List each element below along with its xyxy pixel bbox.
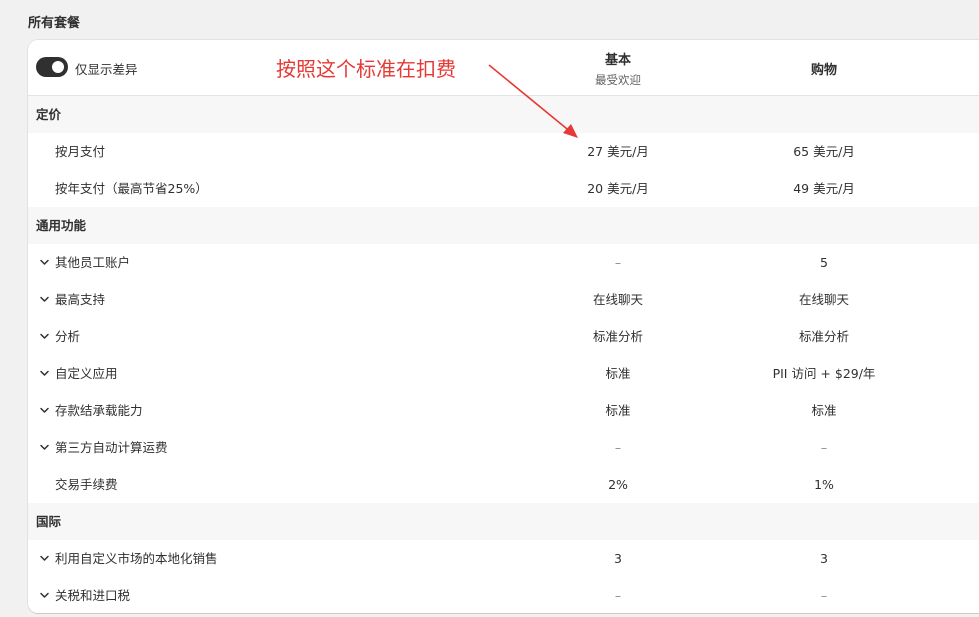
cell-shop: 标准分析	[798, 329, 849, 344]
cell-shop: PII 访问 + $29/年	[772, 366, 876, 381]
cell-basic: 标准	[605, 403, 631, 418]
row-label: 按年支付（最高节省25%）	[55, 181, 208, 196]
section-title: 所有套餐	[28, 16, 81, 31]
table-row[interactable]: 关税和进口税 – –	[28, 577, 979, 613]
table-row[interactable]: 存款结承载能力 标准 标准	[28, 392, 979, 430]
cell-basic: 2%	[608, 477, 628, 492]
row-label: 按月支付	[55, 144, 106, 159]
cell-basic: 在线聊天	[592, 292, 643, 307]
chevron-down-icon[interactable]	[39, 294, 50, 305]
show-differences-toggle[interactable]	[36, 57, 68, 77]
page: 所有套餐 仅显示差异 基本 最受欢迎 购物 定价 按月支付 27 美元/月 65 美元…	[0, 0, 979, 617]
row-label: 利用自定义市场的本地化销售	[55, 551, 218, 566]
table-row: 按年支付（最高节省25%） 20 美元/月 49 美元/月	[28, 170, 979, 208]
cell-basic: –	[614, 440, 622, 455]
toggle-knob	[52, 61, 64, 73]
table-group-row: 国际	[28, 503, 979, 541]
chevron-down-icon[interactable]	[39, 442, 50, 453]
cell-shop: –	[820, 588, 828, 603]
row-label: 第三方自动计算运费	[55, 440, 168, 455]
group-label: 定价	[36, 107, 62, 122]
table-row[interactable]: 第三方自动计算运费 – –	[28, 429, 979, 467]
plan-header-shop: 购物	[734, 59, 914, 78]
cell-basic: 3	[614, 551, 622, 566]
chevron-down-icon[interactable]	[39, 257, 50, 268]
cell-basic: 标准	[605, 366, 631, 381]
cell-shop: 5	[820, 255, 828, 270]
table-row[interactable]: 分析 标准分析 标准分析	[28, 318, 979, 356]
table-group-row: 通用功能	[28, 207, 979, 245]
cell-basic: –	[614, 255, 622, 270]
cell-shop: 49 美元/月	[793, 181, 855, 196]
table-row[interactable]: 最高支持 在线聊天 在线聊天	[28, 281, 979, 319]
cell-shop: –	[820, 440, 828, 455]
row-label: 交易手续费	[55, 477, 118, 492]
row-label: 自定义应用	[55, 366, 118, 381]
row-label: 关税和进口税	[55, 588, 131, 603]
cell-shop: 标准	[811, 403, 837, 418]
cell-shop: 3	[820, 551, 828, 566]
chevron-down-icon[interactable]	[39, 368, 50, 379]
cell-basic: 标准分析	[592, 329, 643, 344]
cell-shop: 65 美元/月	[793, 144, 855, 159]
row-label: 最高支持	[55, 292, 106, 307]
chevron-down-icon[interactable]	[39, 553, 50, 564]
cell-basic: 20 美元/月	[587, 181, 649, 196]
show-differences-label: 仅显示差异	[75, 62, 138, 77]
plan-name-shop: 购物	[810, 63, 837, 78]
annotation-text: 按照这个标准在扣费	[276, 57, 456, 81]
cell-shop: 在线聊天	[798, 292, 849, 307]
row-label: 其他员工账户	[55, 255, 131, 270]
chevron-down-icon[interactable]	[39, 590, 50, 601]
table-row[interactable]: 其他员工账户 – 5	[28, 244, 979, 282]
cell-basic: –	[614, 588, 622, 603]
cell-shop: 1%	[814, 477, 834, 492]
row-label: 存款结承载能力	[55, 403, 143, 418]
chevron-down-icon[interactable]	[39, 405, 50, 416]
row-label: 分析	[55, 329, 81, 344]
group-label: 国际	[36, 514, 62, 529]
chevron-down-icon[interactable]	[39, 331, 50, 342]
annotation-arrow-icon	[488, 64, 578, 138]
table-row: 交易手续费 2% 1%	[28, 466, 979, 504]
table-row[interactable]: 自定义应用 标准 PII 访问 + $29/年	[28, 355, 979, 393]
table-row[interactable]: 利用自定义市场的本地化销售 3 3	[28, 540, 979, 578]
group-label: 通用功能	[36, 218, 87, 233]
